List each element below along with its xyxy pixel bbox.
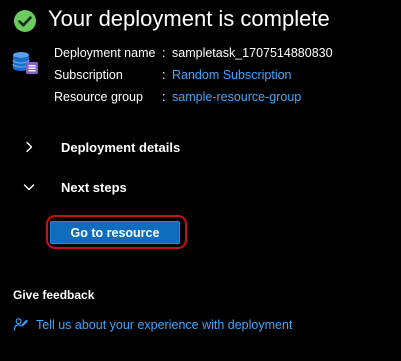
separator: : (162, 90, 166, 104)
deployment-details-expander[interactable]: Deployment details (22, 136, 180, 158)
deployment-name-label: Deployment name (54, 46, 156, 60)
feedback-link[interactable]: Tell us about your experience with deplo… (13, 317, 292, 332)
resource-group-link[interactable]: sample-resource-group (172, 90, 301, 104)
page-title: Your deployment is complete (48, 6, 330, 31)
feedback-person-icon (13, 318, 28, 331)
next-steps-label: Next steps (61, 179, 127, 195)
deployment-details-label: Deployment details (61, 139, 181, 155)
checkmark-circle-icon (14, 10, 36, 32)
subscription-row: Subscription: Random Subscription (54, 67, 292, 83)
subscription-label: Subscription (54, 68, 123, 82)
resource-group-row: Resource group: sample-resource-group (54, 89, 301, 105)
separator: : (162, 68, 166, 82)
separator: : (162, 46, 166, 60)
feedback-link-text[interactable]: Tell us about your experience with deplo… (36, 318, 292, 332)
resource-group-label: Resource group (54, 90, 143, 104)
deployment-name-row: Deployment name: sampletask_1707514880830 (54, 45, 333, 61)
chevron-down-icon (23, 184, 35, 191)
next-steps-expander[interactable]: Next steps (22, 176, 127, 198)
deployment-resource-icon (12, 52, 38, 74)
go-to-resource-button[interactable]: Go to resource (50, 221, 180, 244)
subscription-link[interactable]: Random Subscription (172, 68, 292, 82)
feedback-heading: Give feedback (13, 288, 95, 302)
deployment-name-value: sampletask_1707514880830 (172, 46, 333, 60)
chevron-right-icon (26, 141, 33, 153)
